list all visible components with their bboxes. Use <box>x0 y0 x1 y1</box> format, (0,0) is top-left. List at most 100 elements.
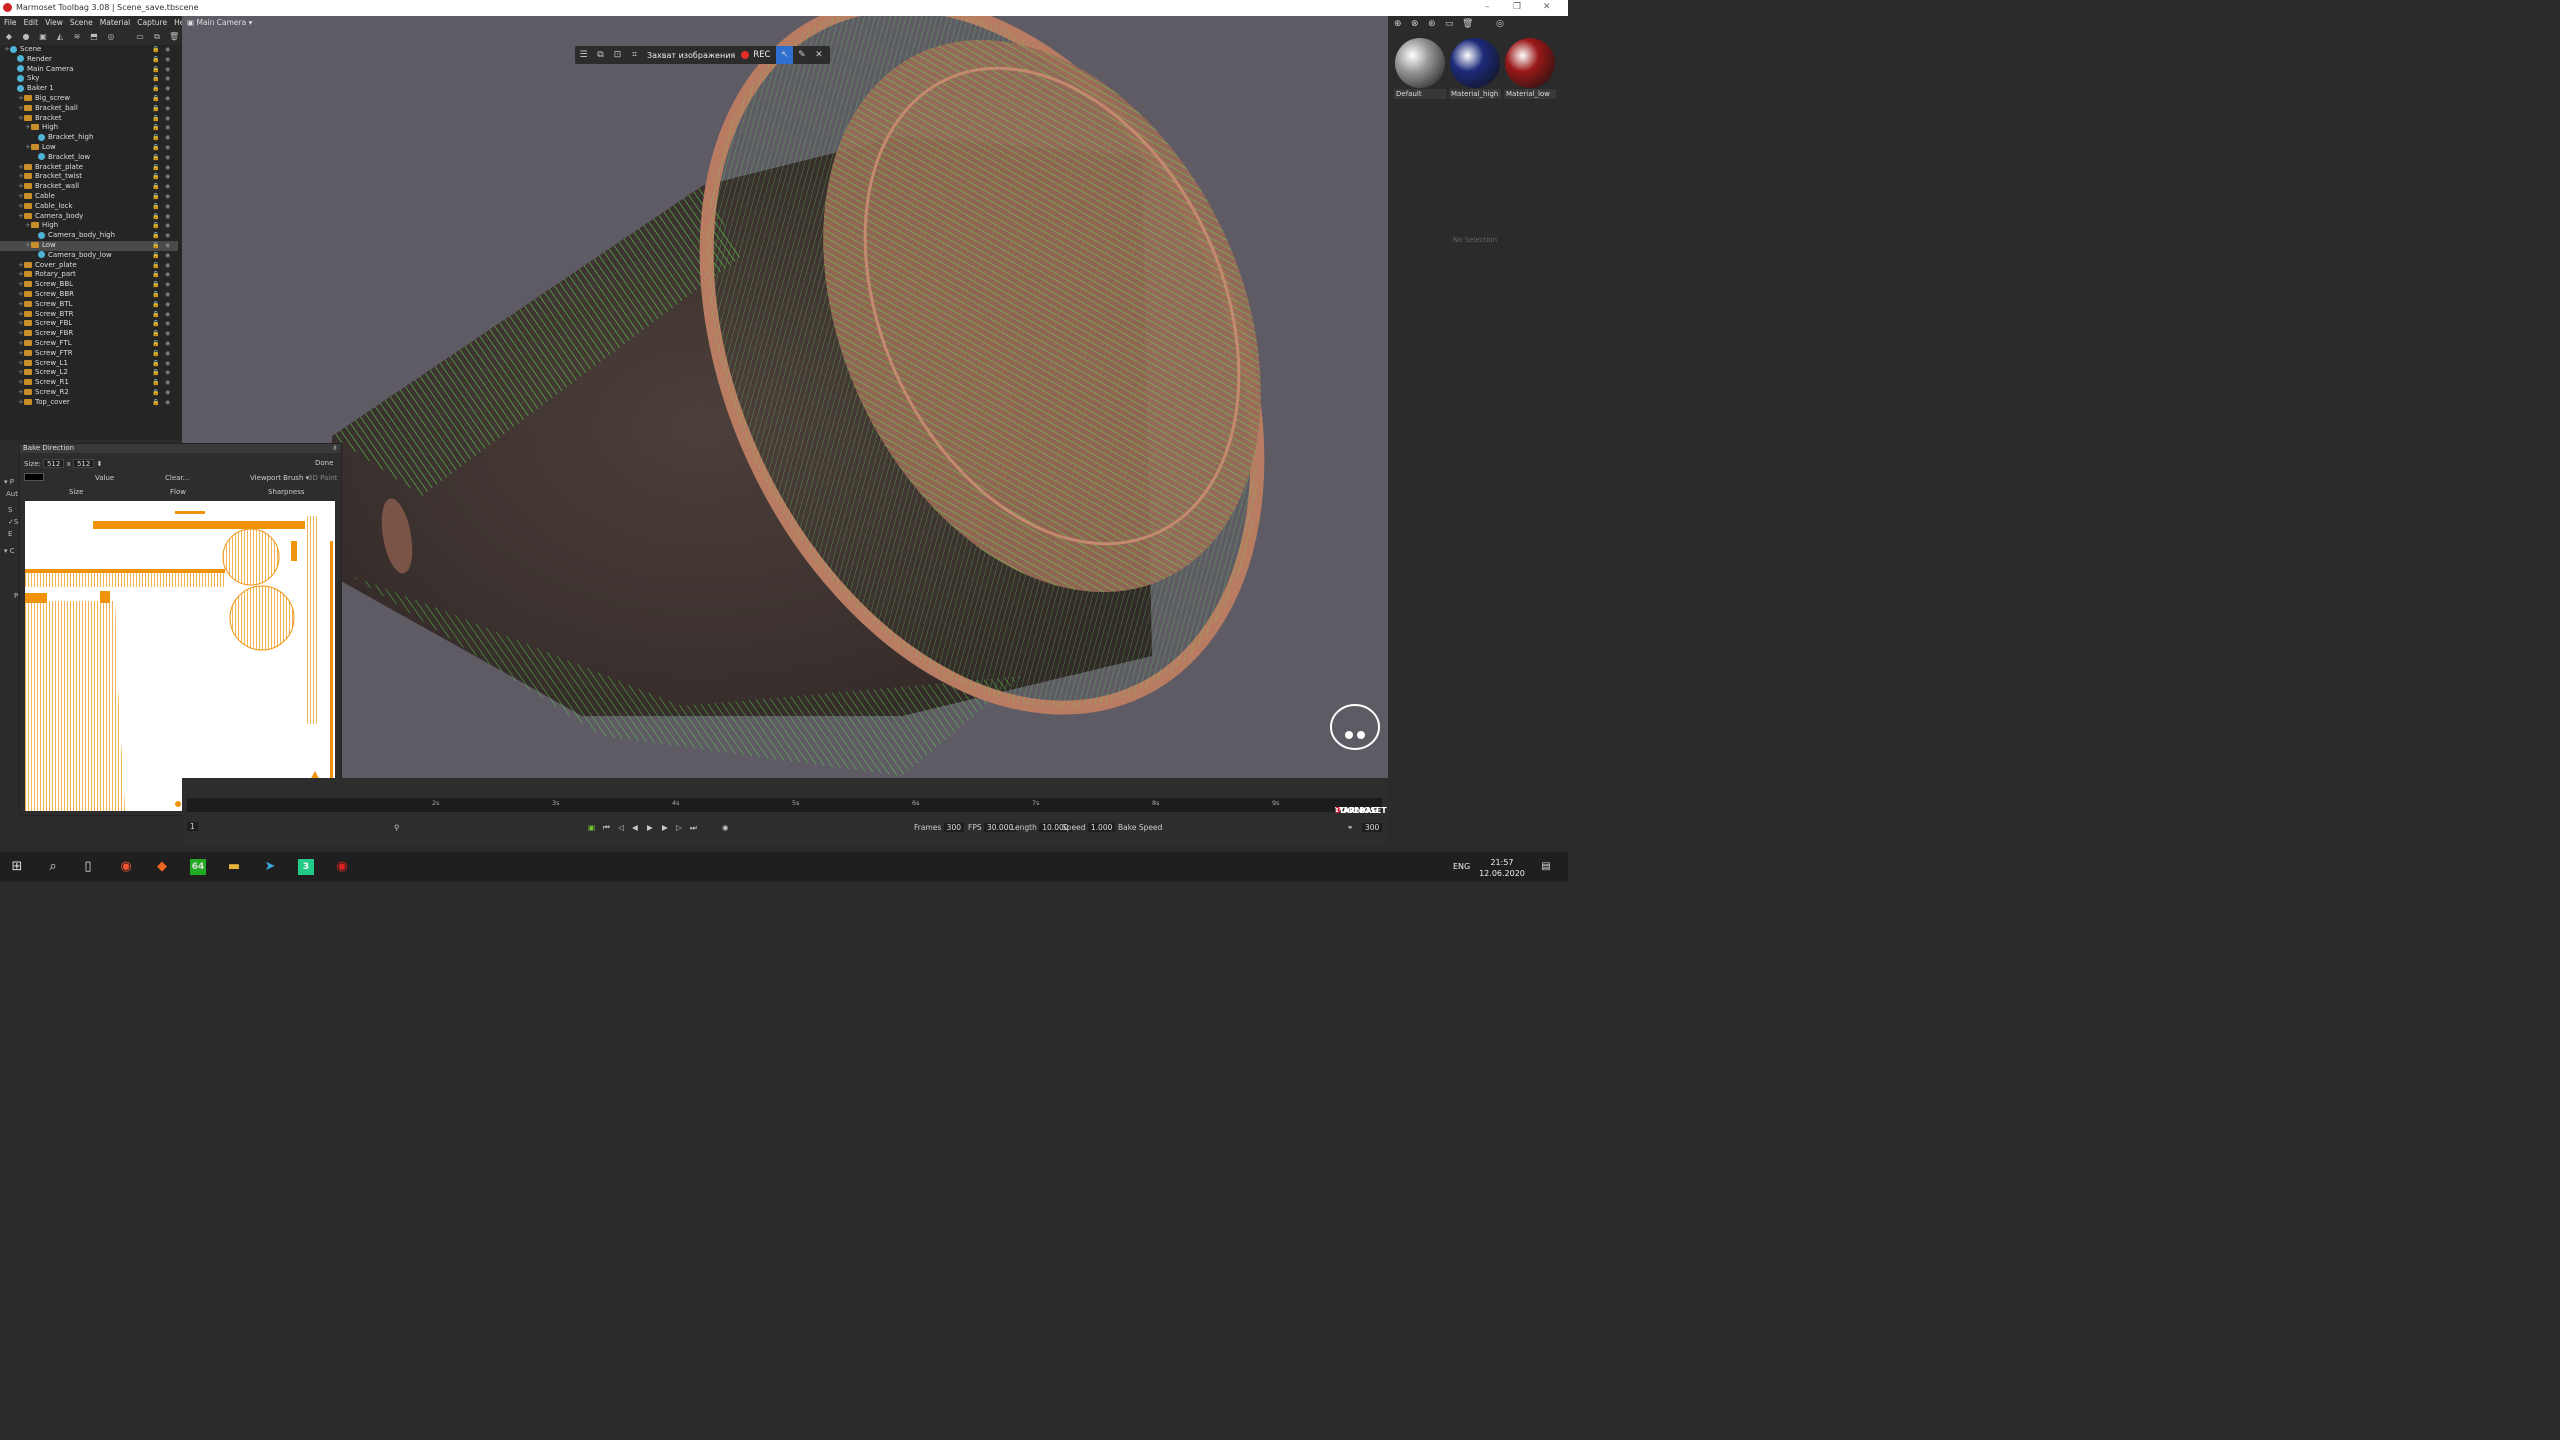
lock-icon[interactable]: 🔒 <box>152 251 159 261</box>
visibility-icon[interactable]: ◉ <box>165 143 170 153</box>
lock-icon[interactable]: 🔒 <box>152 300 159 310</box>
aida64-icon[interactable]: 64 <box>190 859 206 875</box>
new-folder-icon[interactable]: ▭ <box>135 32 145 42</box>
visibility-icon[interactable]: ◉ <box>165 388 170 398</box>
pointer-icon[interactable]: ↖ <box>776 46 794 64</box>
tree-item[interactable]: + Big_screw 🔒 ◉ <box>0 94 178 104</box>
menu-file[interactable]: File <box>4 18 17 27</box>
material-label[interactable]: Material_low <box>1504 89 1556 99</box>
visibility-icon[interactable]: ◉ <box>165 202 170 212</box>
clear-button[interactable]: Clear... <box>165 474 189 482</box>
timeline-ruler[interactable]: 2s 3s 4s 5s 6s 7s 8s 9s <box>187 798 1382 812</box>
visibility-icon[interactable]: ◉ <box>165 329 170 339</box>
lock-icon[interactable]: 🔒 <box>152 359 159 369</box>
tree-item[interactable]: Camera_body_low 🔒 ◉ <box>0 251 178 261</box>
lock-icon[interactable]: 🔒 <box>152 114 159 124</box>
visibility-icon[interactable]: ◉ <box>165 241 170 251</box>
panel-pin-icon[interactable]: ⇟ <box>332 444 338 452</box>
delete-material-icon[interactable]: 🗑 <box>1462 19 1473 29</box>
menu-capture[interactable]: Capture <box>137 18 167 27</box>
close-window-icon[interactable]: ✕ <box>1543 2 1551 12</box>
frame-input[interactable]: 1 <box>187 822 198 831</box>
lock-icon[interactable]: 🔒 <box>152 123 159 133</box>
visibility-icon[interactable]: ◉ <box>165 319 170 329</box>
lock-icon[interactable]: 🔒 <box>152 192 159 202</box>
lock-icon[interactable]: 🔒 <box>152 310 159 320</box>
panel-s-label[interactable]: S <box>8 506 12 514</box>
settings-icon[interactable]: ◉ <box>722 823 729 832</box>
menu-scene[interactable]: Scene <box>70 18 93 27</box>
lock-icon[interactable]: 🔒 <box>152 163 159 173</box>
visibility-icon[interactable]: ◉ <box>165 300 170 310</box>
start-icon[interactable]: ⊞ <box>9 859 25 875</box>
tree-item[interactable]: + Bracket_wall 🔒 ◉ <box>0 182 178 192</box>
clock[interactable]: 21:57 12.06.2020 <box>1478 857 1526 879</box>
lock-icon[interactable]: 🔒 <box>152 388 159 398</box>
lock-icon[interactable]: 🔒 <box>152 84 159 94</box>
lock-icon[interactable]: 🔒 <box>152 45 159 55</box>
tree-item[interactable]: + Cable_lock 🔒 ◉ <box>0 202 178 212</box>
telegram-icon[interactable]: ➤ <box>262 859 278 875</box>
menu-edit[interactable]: Edit <box>24 18 39 27</box>
tree-item[interactable]: + Cable 🔒 ◉ <box>0 192 178 202</box>
lock-icon[interactable]: 🔒 <box>152 221 159 231</box>
restore-icon[interactable]: ❐ <box>1513 2 1521 12</box>
lock-icon[interactable]: 🔒 <box>152 55 159 65</box>
help-icon[interactable]: ◎ <box>1496 19 1504 29</box>
panel-section-p[interactable]: ▾ P <box>4 478 14 486</box>
lock-icon[interactable]: 🔒 <box>152 280 159 290</box>
end-frame-input[interactable]: 300 <box>1362 823 1383 832</box>
add-fog-icon[interactable]: ≋ <box>72 32 82 42</box>
tree-item[interactable]: + Bracket_ball 🔒 ◉ <box>0 104 178 114</box>
minimize-icon[interactable]: – <box>1485 2 1490 12</box>
tree-item[interactable]: + High 🔒 ◉ <box>0 123 178 133</box>
visibility-icon[interactable]: ◉ <box>165 368 170 378</box>
visibility-icon[interactable]: ◉ <box>165 212 170 222</box>
tree-item[interactable]: + Screw_FBL 🔒 ◉ <box>0 319 178 329</box>
lock-icon[interactable]: 🔒 <box>152 270 159 280</box>
visibility-icon[interactable]: ◉ <box>165 349 170 359</box>
material-swatch[interactable] <box>1395 38 1445 88</box>
duplicate-material-icon[interactable]: ⊗ <box>1411 19 1419 29</box>
task-view-icon[interactable]: ▯ <box>80 859 96 875</box>
lock-icon[interactable]: 🔒 <box>152 329 159 339</box>
viewport-3d[interactable] <box>182 16 1388 778</box>
tree-item[interactable]: + Screw_L1 🔒 ◉ <box>0 359 178 369</box>
panel-section-c[interactable]: ▾ C <box>4 547 15 555</box>
visibility-icon[interactable]: ◉ <box>165 94 170 104</box>
tree-item[interactable]: + Bracket_twist 🔒 ◉ <box>0 172 178 182</box>
visibility-icon[interactable]: ◉ <box>165 231 170 241</box>
add-light-icon[interactable]: ● <box>21 32 31 42</box>
tree-item[interactable]: Main Camera 🔒 ◉ <box>0 65 178 75</box>
lock-icon[interactable]: 🔒 <box>152 319 159 329</box>
add-baker-icon[interactable]: ⬒ <box>89 32 99 42</box>
visibility-icon[interactable]: ◉ <box>165 133 170 143</box>
visibility-icon[interactable]: ◉ <box>165 74 170 84</box>
chrome-icon[interactable]: ◉ <box>118 859 134 875</box>
lock-icon[interactable]: 🔒 <box>152 172 159 182</box>
material-tools-icon[interactable]: ⊛ <box>1428 19 1436 29</box>
region-capture-icon[interactable]: ⊡ <box>609 46 626 64</box>
tree-item[interactable]: Sky 🔒 ◉ <box>0 74 178 84</box>
first-frame-icon[interactable]: ⏮ <box>603 823 610 833</box>
menu-material[interactable]: Material <box>100 18 130 27</box>
brush-select[interactable]: Viewport Brush ▾ <box>250 474 309 482</box>
lock-icon[interactable]: 🔒 <box>152 231 159 241</box>
material-label[interactable]: Default <box>1394 89 1446 99</box>
uv-canvas[interactable] <box>25 501 335 811</box>
lock-icon[interactable]: 🔒 <box>152 74 159 84</box>
lock-icon[interactable]: 🔒 <box>152 94 159 104</box>
lock-icon[interactable]: 🔒 <box>152 202 159 212</box>
add-object-icon[interactable]: ◆ <box>4 32 14 42</box>
spin-icon[interactable]: ⬍ <box>97 460 103 468</box>
visibility-icon[interactable]: ◉ <box>165 123 170 133</box>
visibility-icon[interactable]: ◉ <box>165 104 170 114</box>
link-icon[interactable]: ⚭ <box>1347 823 1353 832</box>
tree-item[interactable]: + Rotary_part 🔒 ◉ <box>0 270 178 280</box>
panel-s2-label[interactable]: ✓S <box>8 518 18 526</box>
lock-icon[interactable]: 🔒 <box>152 65 159 75</box>
done-button[interactable]: Done <box>315 459 333 467</box>
tree-item[interactable]: Render 🔒 ◉ <box>0 55 178 65</box>
tree-item[interactable]: + Screw_FTR 🔒 ◉ <box>0 349 178 359</box>
camera-selector[interactable]: ▣ Main Camera ▾ <box>187 18 252 27</box>
